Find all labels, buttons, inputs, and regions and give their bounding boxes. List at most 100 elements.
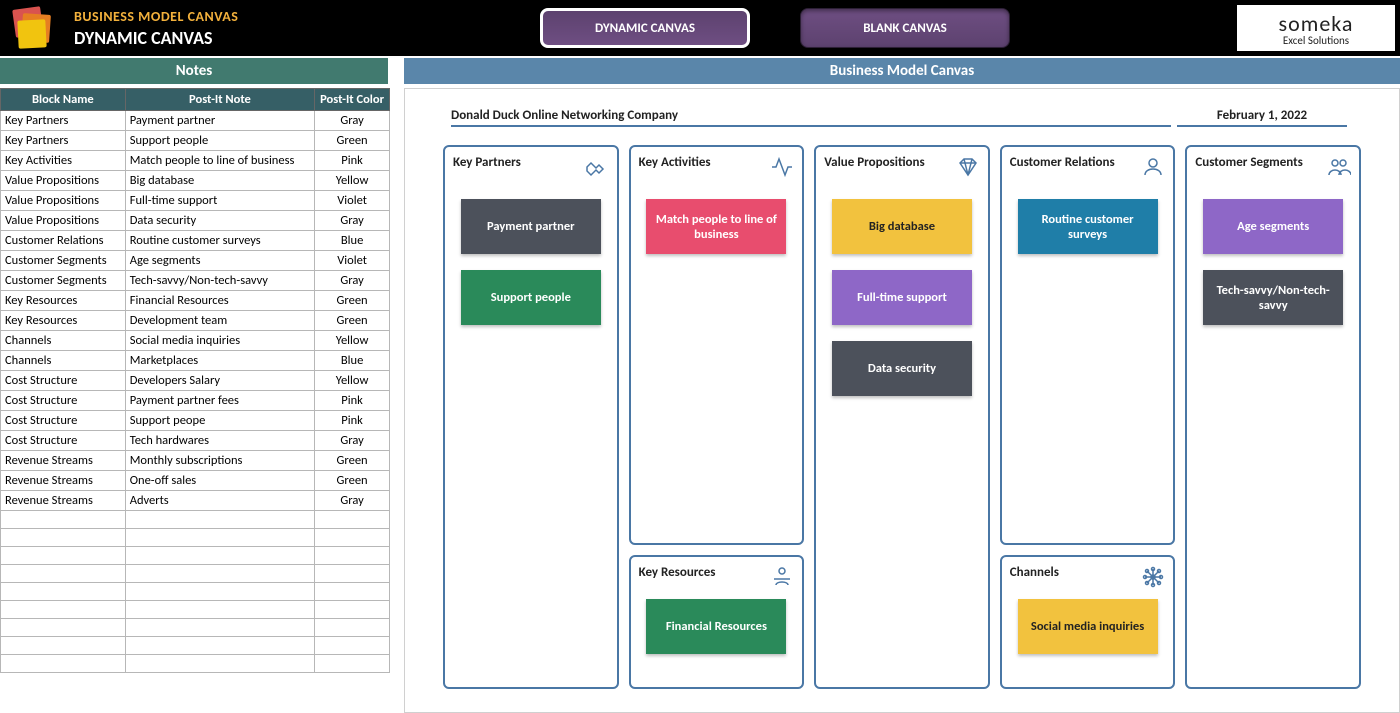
postit-card[interactable]: Big database [832, 199, 972, 254]
cell-color[interactable]: Green [315, 451, 390, 471]
table-row[interactable] [1, 529, 390, 547]
cell-block[interactable] [1, 511, 126, 529]
cell-block[interactable] [1, 637, 126, 655]
cell-block[interactable]: Customer Relations [1, 231, 126, 251]
cell-note[interactable] [125, 619, 314, 637]
cell-note[interactable]: Routine customer surveys [125, 231, 314, 251]
cell-note[interactable]: Age segments [125, 251, 314, 271]
postit-card[interactable]: Social media inquiries [1018, 599, 1158, 654]
cell-color[interactable]: Yellow [315, 171, 390, 191]
cell-color[interactable]: Gray [315, 431, 390, 451]
cell-color[interactable] [315, 637, 390, 655]
postit-card[interactable]: Tech-savvy/Non-tech-savvy [1203, 270, 1343, 325]
table-row[interactable] [1, 601, 390, 619]
cell-note[interactable] [125, 565, 314, 583]
table-row[interactable] [1, 547, 390, 565]
postit-card[interactable]: Match people to line of business [646, 199, 786, 254]
cell-block[interactable]: Value Propositions [1, 171, 126, 191]
table-row[interactable]: Value PropositionsData securityGray [1, 211, 390, 231]
table-row[interactable]: Revenue StreamsAdvertsGray [1, 491, 390, 511]
cell-color[interactable]: Green [315, 131, 390, 151]
cell-color[interactable]: Violet [315, 191, 390, 211]
cell-color[interactable]: Green [315, 311, 390, 331]
table-row[interactable]: Cost StructureDevelopers SalaryYellow [1, 371, 390, 391]
table-row[interactable]: Customer RelationsRoutine customer surve… [1, 231, 390, 251]
cell-color[interactable] [315, 529, 390, 547]
table-row[interactable]: Cost StructureSupport peopePink [1, 411, 390, 431]
cell-note[interactable] [125, 511, 314, 529]
cell-block[interactable]: Key Activities [1, 151, 126, 171]
cell-block[interactable] [1, 529, 126, 547]
cell-note[interactable] [125, 637, 314, 655]
cell-note[interactable]: Tech-savvy/Non-tech-savvy [125, 271, 314, 291]
table-row[interactable]: Key PartnersSupport peopleGreen [1, 131, 390, 151]
cell-note[interactable]: One-off sales [125, 471, 314, 491]
table-row[interactable]: ChannelsMarketplacesBlue [1, 351, 390, 371]
table-row[interactable]: Key PartnersPayment partnerGray [1, 111, 390, 131]
canvas-date[interactable]: February 1, 2022 [1177, 108, 1347, 127]
postit-card[interactable]: Data security [832, 341, 972, 396]
cell-block[interactable]: Channels [1, 331, 126, 351]
postit-card[interactable]: Routine customer surveys [1018, 199, 1158, 254]
cell-color[interactable]: Green [315, 291, 390, 311]
cell-note[interactable]: Tech hardwares [125, 431, 314, 451]
cell-block[interactable]: Cost Structure [1, 391, 126, 411]
table-row[interactable]: Key ResourcesDevelopment teamGreen [1, 311, 390, 331]
cell-block[interactable] [1, 583, 126, 601]
cell-block[interactable] [1, 565, 126, 583]
table-row[interactable] [1, 565, 390, 583]
cell-color[interactable]: Green [315, 471, 390, 491]
cell-color[interactable]: Pink [315, 151, 390, 171]
table-row[interactable]: Cost StructurePayment partner feesPink [1, 391, 390, 411]
table-row[interactable] [1, 511, 390, 529]
table-row[interactable] [1, 637, 390, 655]
cell-block[interactable]: Cost Structure [1, 431, 126, 451]
table-row[interactable]: ChannelsSocial media inquiriesYellow [1, 331, 390, 351]
cell-note[interactable]: Marketplaces [125, 351, 314, 371]
table-row[interactable] [1, 583, 390, 601]
cell-color[interactable] [315, 655, 390, 673]
cell-color[interactable]: Blue [315, 231, 390, 251]
cell-note[interactable]: Data security [125, 211, 314, 231]
cell-block[interactable]: Customer Segments [1, 271, 126, 291]
cell-block[interactable]: Customer Segments [1, 251, 126, 271]
cell-block[interactable]: Cost Structure [1, 411, 126, 431]
cell-note[interactable]: Match people to line of business [125, 151, 314, 171]
cell-block[interactable]: Value Propositions [1, 211, 126, 231]
cell-note[interactable]: Financial Resources [125, 291, 314, 311]
cell-note[interactable] [125, 655, 314, 673]
cell-block[interactable] [1, 655, 126, 673]
cell-color[interactable] [315, 547, 390, 565]
nav-dynamic-canvas-button[interactable]: DYNAMIC CANVAS [540, 8, 750, 48]
cell-note[interactable]: Payment partner [125, 111, 314, 131]
table-row[interactable]: Revenue StreamsMonthly subscriptionsGree… [1, 451, 390, 471]
cell-block[interactable]: Key Resources [1, 311, 126, 331]
cell-note[interactable]: Payment partner fees [125, 391, 314, 411]
postit-card[interactable]: Support people [461, 270, 601, 325]
cell-block[interactable] [1, 601, 126, 619]
cell-block[interactable]: Channels [1, 351, 126, 371]
cell-color[interactable]: Gray [315, 111, 390, 131]
table-row[interactable]: Revenue StreamsOne-off salesGreen [1, 471, 390, 491]
cell-color[interactable]: Gray [315, 211, 390, 231]
cell-block[interactable]: Cost Structure [1, 371, 126, 391]
cell-note[interactable]: Monthly subscriptions [125, 451, 314, 471]
cell-block[interactable] [1, 547, 126, 565]
table-row[interactable]: Key ActivitiesMatch people to line of bu… [1, 151, 390, 171]
postit-card[interactable]: Full-time support [832, 270, 972, 325]
table-row[interactable]: Key ResourcesFinancial ResourcesGreen [1, 291, 390, 311]
postit-card[interactable]: Financial Resources [646, 599, 786, 654]
cell-note[interactable]: Development team [125, 311, 314, 331]
cell-block[interactable]: Key Resources [1, 291, 126, 311]
table-row[interactable]: Customer SegmentsAge segmentsViolet [1, 251, 390, 271]
cell-color[interactable] [315, 583, 390, 601]
cell-color[interactable]: Pink [315, 391, 390, 411]
table-row[interactable]: Customer SegmentsTech-savvy/Non-tech-sav… [1, 271, 390, 291]
cell-note[interactable]: Developers Salary [125, 371, 314, 391]
cell-note[interactable]: Big database [125, 171, 314, 191]
cell-color[interactable] [315, 619, 390, 637]
cell-block[interactable]: Value Propositions [1, 191, 126, 211]
cell-color[interactable]: Violet [315, 251, 390, 271]
nav-blank-canvas-button[interactable]: BLANK CANVAS [800, 8, 1010, 48]
table-row[interactable] [1, 655, 390, 673]
